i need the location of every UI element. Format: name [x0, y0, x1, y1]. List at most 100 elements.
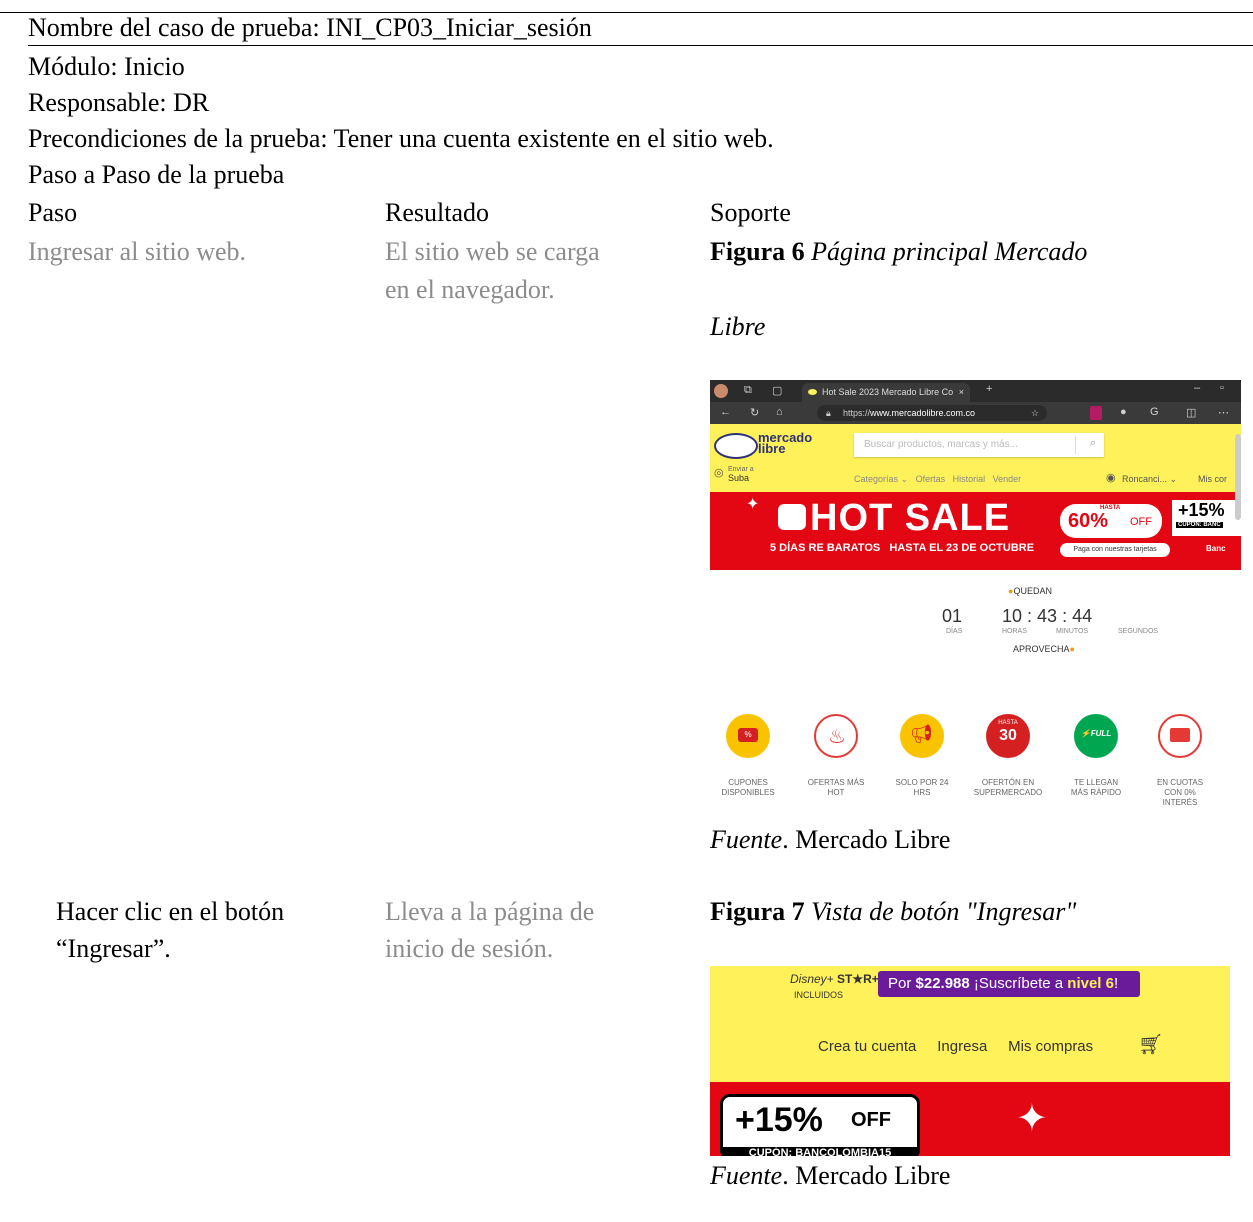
split-screen-icon: ◫ [1186, 407, 1197, 419]
discount-badge: HASTA 60% OFF [1060, 504, 1162, 538]
extension2-icon: ● [1120, 406, 1127, 418]
browser-tabbar: ⧉ ▢ Hot Sale 2023 Mercado Libre Co × + –… [710, 380, 1241, 402]
ml-nav-history: Historial [952, 474, 986, 484]
cart-icon: 🛒︎ [1138, 1034, 1164, 1056]
subscription-promo: Por $22.988 ¡Suscríbete a nivel 6! [878, 971, 1140, 997]
sparkle-icon: ✦ [746, 496, 760, 513]
ml-mis-compras: Mis cor [1198, 474, 1227, 484]
fig7-header: Disney+ ST★R+ INCLUIDOS Por $22.988 ¡Sus… [710, 966, 1230, 1082]
fig7-caption: Figura 7 Vista de botón "Ingresar" [710, 897, 1077, 926]
quedan-label: ●QUEDAN [1008, 586, 1052, 596]
row2-step-line2: “Ingresar”. [56, 934, 171, 963]
scrollbar-thumb [1235, 434, 1241, 520]
ml-nav: Categorías ⌄ Ofertas Historial Vender [854, 474, 1021, 485]
ingresa-link: Ingresa [937, 1038, 988, 1055]
mis-compras-link: Mis compras [1008, 1038, 1094, 1055]
cat-label-installments: EN CUOTAS CON 0% INTERÉS [1156, 778, 1204, 807]
ml-nav-categories: Categorías ⌄ [854, 474, 909, 484]
steps-title: Paso a Paso de la prueba [28, 160, 285, 189]
row1-result-line2: en el navegador. [385, 275, 555, 304]
extra-coupon: +15% CUPÓN: BANC [1172, 500, 1241, 536]
hot-sale-banner: ✦ HOT SALE 5 DÍAS RE BARATOS HASTA EL 23… [710, 492, 1241, 570]
countdown-hours-label: HORAS [1002, 628, 1027, 635]
thirty-percent-icon: HASTA 30 [986, 714, 1030, 758]
back-icon: ← [720, 406, 731, 418]
col-support-header: Soporte [710, 198, 791, 227]
cat-label-fast: TE LLEGAN MÁS RÁPIDO [1070, 778, 1122, 797]
hot-sale-badge-icon [778, 504, 806, 530]
ml-search-input: Buscar productos, marcas y más... ⌕ [854, 433, 1104, 457]
browser-tab: Hot Sale 2023 Mercado Libre Co × [802, 383, 970, 402]
full-shipping-icon: ⚡FULL [1074, 714, 1118, 758]
megaphone-icon: 📢︎ [900, 714, 944, 758]
row1-result-line1: El sitio web se carga [385, 237, 600, 266]
cat-label-supermarket: OFERTÓN EN SUPERMERCADO [973, 778, 1043, 797]
col-result-header: Resultado [385, 198, 489, 227]
header-rule [28, 45, 1253, 46]
fire-icon: ● [1069, 644, 1075, 654]
row1-step: Ingresar al sitio web. [28, 237, 247, 266]
hot-sale-title: HOT SALE [810, 497, 1011, 539]
ml-logo-text: mercado libre [758, 430, 813, 456]
url-bar: 🔒︎ https://www.mercadolibre.com.co ☆ [817, 405, 1047, 421]
bank-logo: Banc [1206, 544, 1226, 553]
fig6-screenshot: ⧉ ▢ Hot Sale 2023 Mercado Libre Co × + –… [710, 380, 1241, 816]
tab-actions-icon: ▢ [772, 385, 783, 397]
location-pin-icon: ◎ [714, 467, 724, 479]
disney-logo: Disney+ ST★R+ [790, 972, 879, 986]
refresh-icon: ↻ [750, 407, 760, 419]
col-step-header: Paso [28, 198, 78, 227]
lock-icon: 🔒︎ [826, 408, 831, 418]
create-account-link: Crea tu cuenta [818, 1038, 917, 1055]
fig7-screenshot: Disney+ ST★R+ INCLUIDOS Por $22.988 ¡Sus… [710, 966, 1230, 1156]
sparkle-icon: ✦ [1016, 1098, 1048, 1140]
countdown-seconds-label: SEGUNDOS [1118, 628, 1159, 635]
fig7-source: Fuente. Mercado Libre [710, 1161, 951, 1190]
ml-nav-sell: Vender [992, 474, 1022, 484]
search-icon: ⌕ [1089, 437, 1096, 449]
mercadolibre-logo-icon [714, 433, 758, 459]
close-tab-icon: × [958, 387, 964, 397]
maximize-icon: ▫ [1220, 382, 1224, 394]
profile-avatar [714, 384, 728, 398]
coupon-ticket: +15% OFF CUPÓN: BANCOLOMBIA15 [720, 1094, 920, 1156]
flame-icon: ♨ [814, 714, 858, 758]
module-label: Módulo: Inicio [28, 52, 185, 81]
incluidos-label: INCLUIDOS [794, 990, 844, 1000]
user-icon: ◉ [1106, 472, 1116, 484]
ship-to: Enviar a Suba [728, 466, 754, 483]
url-prefix: https:// [843, 408, 871, 418]
countdown-days: 01 [942, 606, 963, 626]
extension3-icon: G [1150, 406, 1159, 418]
ml-header: mercado libre Buscar productos, marcas y … [710, 424, 1241, 492]
hot-sale-subtitle: 5 DÍAS RE BARATOS HASTA EL 23 DE OCTUBRE [770, 542, 1035, 554]
cat-label-24h: SOLO POR 24 HRS [895, 778, 949, 797]
pay-with-cards: Paga con nuestras tarjetas [1060, 543, 1170, 557]
countdown-time: 10 : 43 : 44 [1002, 606, 1093, 626]
url-host: www.mercadolibre.com.co [870, 408, 976, 418]
minimize-icon: – [1194, 382, 1201, 394]
home-icon: ⌂ [776, 406, 783, 418]
preconditions-label: Precondiciones de la prueba: Tener una c… [28, 124, 774, 153]
fig7-red-banner: +15% OFF CUPÓN: BANCOLOMBIA15 ✦ [710, 1082, 1230, 1156]
cat-label-hot: OFERTAS MÁS HOT [807, 778, 865, 797]
ml-user-name: Roncanci... ⌄ [1122, 474, 1178, 484]
extension-icon [1090, 406, 1102, 420]
ml-search-placeholder: Buscar productos, marcas y más... [864, 439, 1018, 450]
coupons-icon: % [726, 714, 770, 758]
countdown-area: ●QUEDAN 01 DÍAS 10 : 43 : 44 HORAS MINUT… [710, 570, 1241, 690]
row2-step-line1: Hacer clic en el botón [56, 897, 285, 926]
ml-nav-offers: Ofertas [915, 474, 946, 484]
fig6-caption: Figura 6 Página principal Mercado [710, 237, 1088, 266]
more-icon: ⋯ [1218, 407, 1229, 419]
cat-label-coupons: CUPONES DISPONIBLES [721, 778, 775, 797]
workspaces-icon: ⧉ [744, 384, 752, 396]
countdown-days-label: DÍAS [946, 628, 963, 635]
aprovecha-label: APROVECHA● [1013, 644, 1075, 654]
fig7-nav: Crea tu cuenta Ingresa Mis compras [818, 1038, 1093, 1055]
row2-result-line2: inicio de sesión. [385, 934, 554, 963]
fig6-caption-line2: Libre [710, 312, 766, 341]
row2-result-line1: Lleva a la página de [385, 897, 595, 926]
responsible-label: Responsable: DR [28, 88, 210, 117]
browser-addressbar: ← ↻ ⌂ 🔒︎ https://www.mercadolibre.com.co… [710, 402, 1241, 424]
